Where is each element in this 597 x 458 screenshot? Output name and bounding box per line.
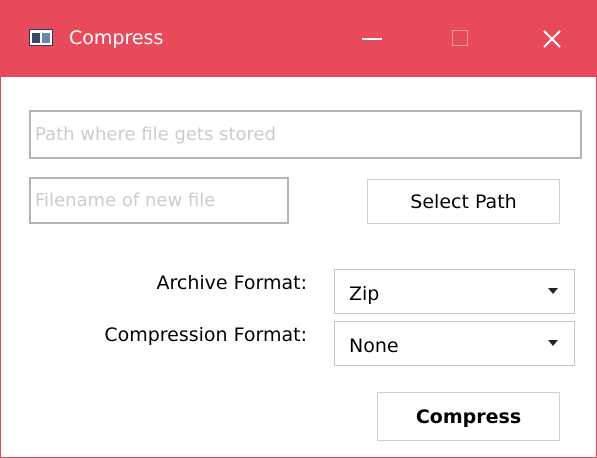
minimize-button[interactable]: [348, 19, 394, 59]
close-button[interactable]: [528, 19, 574, 59]
compress-button[interactable]: Compress: [377, 392, 560, 441]
select-path-label: Select Path: [410, 190, 517, 213]
compress-label: Compress: [415, 405, 522, 428]
maximize-icon: [452, 30, 468, 46]
compression-format-value: None: [349, 335, 399, 357]
window-title: Compress: [69, 27, 164, 49]
close-icon: [543, 30, 561, 48]
minimize-icon: [362, 38, 382, 40]
select-path-button[interactable]: Select Path: [367, 179, 560, 224]
chevron-down-icon: [548, 340, 558, 346]
title-bar[interactable]: Compress: [1, 1, 596, 77]
archive-format-value: Zip: [349, 283, 380, 305]
archive-format-label: Archive Format:: [156, 272, 308, 294]
compression-format-label: Compression Format:: [104, 324, 307, 346]
compression-format-dropdown[interactable]: None: [334, 321, 575, 366]
app-window-icon: [29, 29, 53, 46]
archive-format-dropdown[interactable]: Zip: [334, 269, 575, 314]
filename-input[interactable]: [29, 177, 289, 224]
chevron-down-icon: [548, 288, 558, 294]
maximize-button[interactable]: [438, 19, 484, 59]
compress-window: Compress Select Path Archive Format: Zip…: [0, 0, 597, 458]
path-input[interactable]: [29, 110, 582, 159]
